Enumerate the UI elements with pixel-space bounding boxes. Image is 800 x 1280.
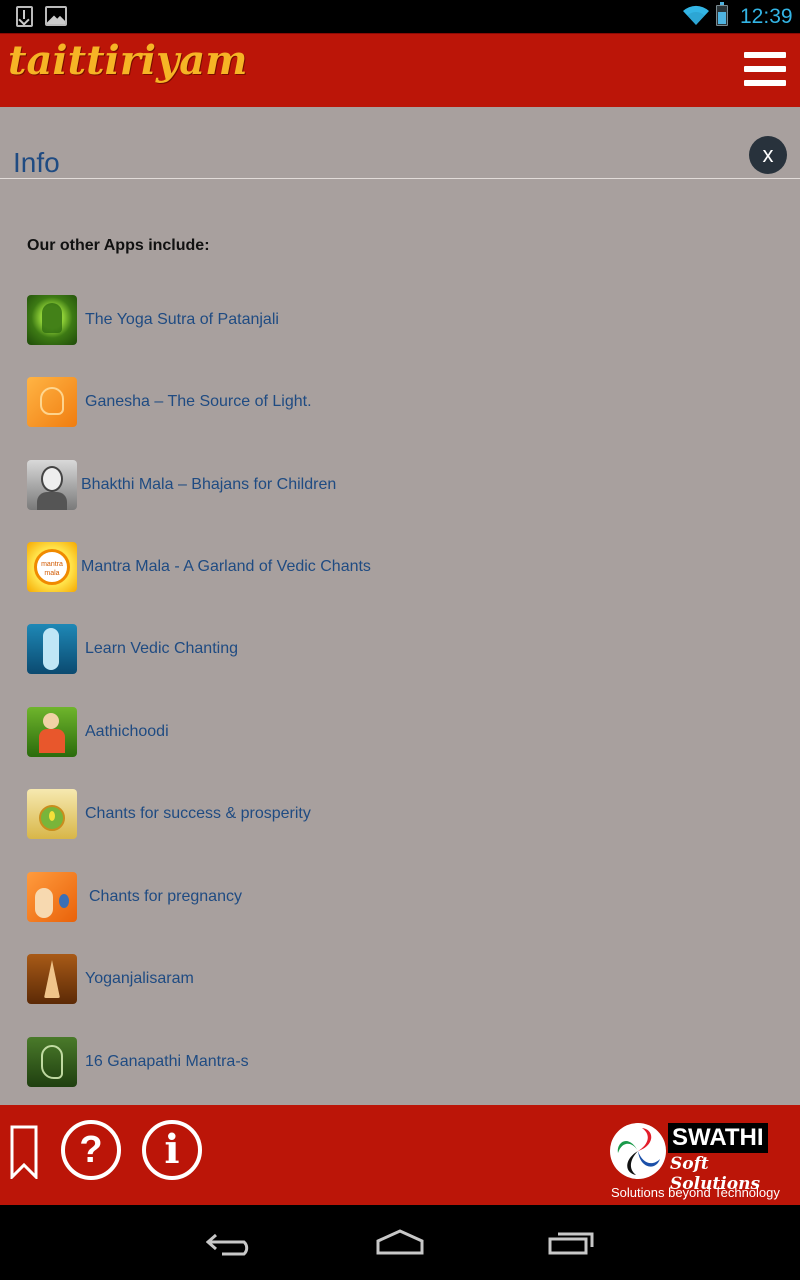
app-list-item[interactable]: mantra mala Mantra Mala - A Garland of Ve… <box>27 542 371 592</box>
page-title: Info <box>13 147 60 178</box>
info-button[interactable]: i <box>142 1120 202 1180</box>
app-list-item[interactable]: Bhakthi Mala – Bhajans for Children <box>27 460 336 510</box>
recent-apps-icon[interactable] <box>548 1227 596 1257</box>
mantra-mala-app-icon: mantra mala <box>27 542 77 592</box>
app-list-item[interactable]: Learn Vedic Chanting <box>27 624 238 674</box>
app-list-item[interactable]: Ganesha – The Source of Light. <box>27 377 312 427</box>
ganapathi-mantra-app-icon <box>27 1037 77 1087</box>
app-list-item[interactable]: Aathichoodi <box>27 707 169 757</box>
app-header: taittiriyam <box>0 33 800 107</box>
status-bar: 12:39 <box>0 0 800 33</box>
app-list-item[interactable]: 16 Ganapathi Mantra-s <box>27 1037 249 1087</box>
app-label: The Yoga Sutra of Patanjali <box>85 311 279 328</box>
app-label: Learn Vedic Chanting <box>85 640 238 657</box>
yoga-sutra-app-icon <box>27 295 77 345</box>
system-nav-bar <box>0 1205 800 1280</box>
image-icon <box>45 6 67 26</box>
app-list-item[interactable]: Chants for pregnancy <box>27 872 242 922</box>
clock: 12:39 <box>740 5 793 28</box>
back-icon[interactable] <box>206 1227 254 1257</box>
vedic-chanting-app-icon <box>27 624 77 674</box>
app-label: Aathichoodi <box>85 723 169 740</box>
swathi-brand-logo: SWATHI Soft Solutions Solutions beyond T… <box>610 1123 792 1203</box>
ganesha-app-icon <box>27 377 77 427</box>
close-button[interactable]: x <box>749 136 787 174</box>
pregnancy-chants-app-icon <box>27 872 77 922</box>
bookmark-icon[interactable] <box>10 1125 38 1179</box>
bhakthi-mala-app-icon <box>27 460 77 510</box>
app-label: Chants for success & prosperity <box>85 805 311 822</box>
app-list-item[interactable]: The Yoga Sutra of Patanjali <box>27 295 279 345</box>
success-chants-app-icon <box>27 789 77 839</box>
divider <box>0 178 800 179</box>
app-label: Ganesha – The Source of Light. <box>85 393 312 410</box>
download-icon <box>16 6 33 27</box>
battery-icon <box>716 2 728 26</box>
brand-tagline: Solutions beyond Technology <box>611 1185 780 1200</box>
brand-name: SWATHI <box>668 1123 768 1153</box>
app-logo: taittiriyam <box>8 37 248 84</box>
yoganjalisaram-app-icon <box>27 954 77 1004</box>
app-label: 16 Ganapathi Mantra-s <box>85 1053 249 1070</box>
app-label: Bhakthi Mala – Bhajans for Children <box>81 476 337 493</box>
swirl-logo-icon <box>610 1123 666 1179</box>
apps-heading: Our other Apps include: <box>27 237 210 254</box>
app-list-item[interactable]: Yoganjalisaram <box>27 954 194 1004</box>
app-label: Yoganjalisaram <box>85 970 194 987</box>
wifi-icon <box>683 5 709 25</box>
app-label: Mantra Mala - A Garland of Vedic Chants <box>81 558 371 575</box>
help-button[interactable]: ? <box>61 1120 121 1180</box>
aathichoodi-app-icon <box>27 707 77 757</box>
info-panel: Info x Our other Apps include: The Yoga … <box>0 107 800 1105</box>
app-list-item[interactable]: Chants for success & prosperity <box>27 789 311 839</box>
hamburger-menu-icon[interactable] <box>744 52 786 88</box>
app-label: Chants for pregnancy <box>89 888 242 905</box>
home-icon[interactable] <box>376 1227 424 1257</box>
footer-bar: ? i SWATHI Soft Solutions Solutions beyo… <box>0 1105 800 1205</box>
